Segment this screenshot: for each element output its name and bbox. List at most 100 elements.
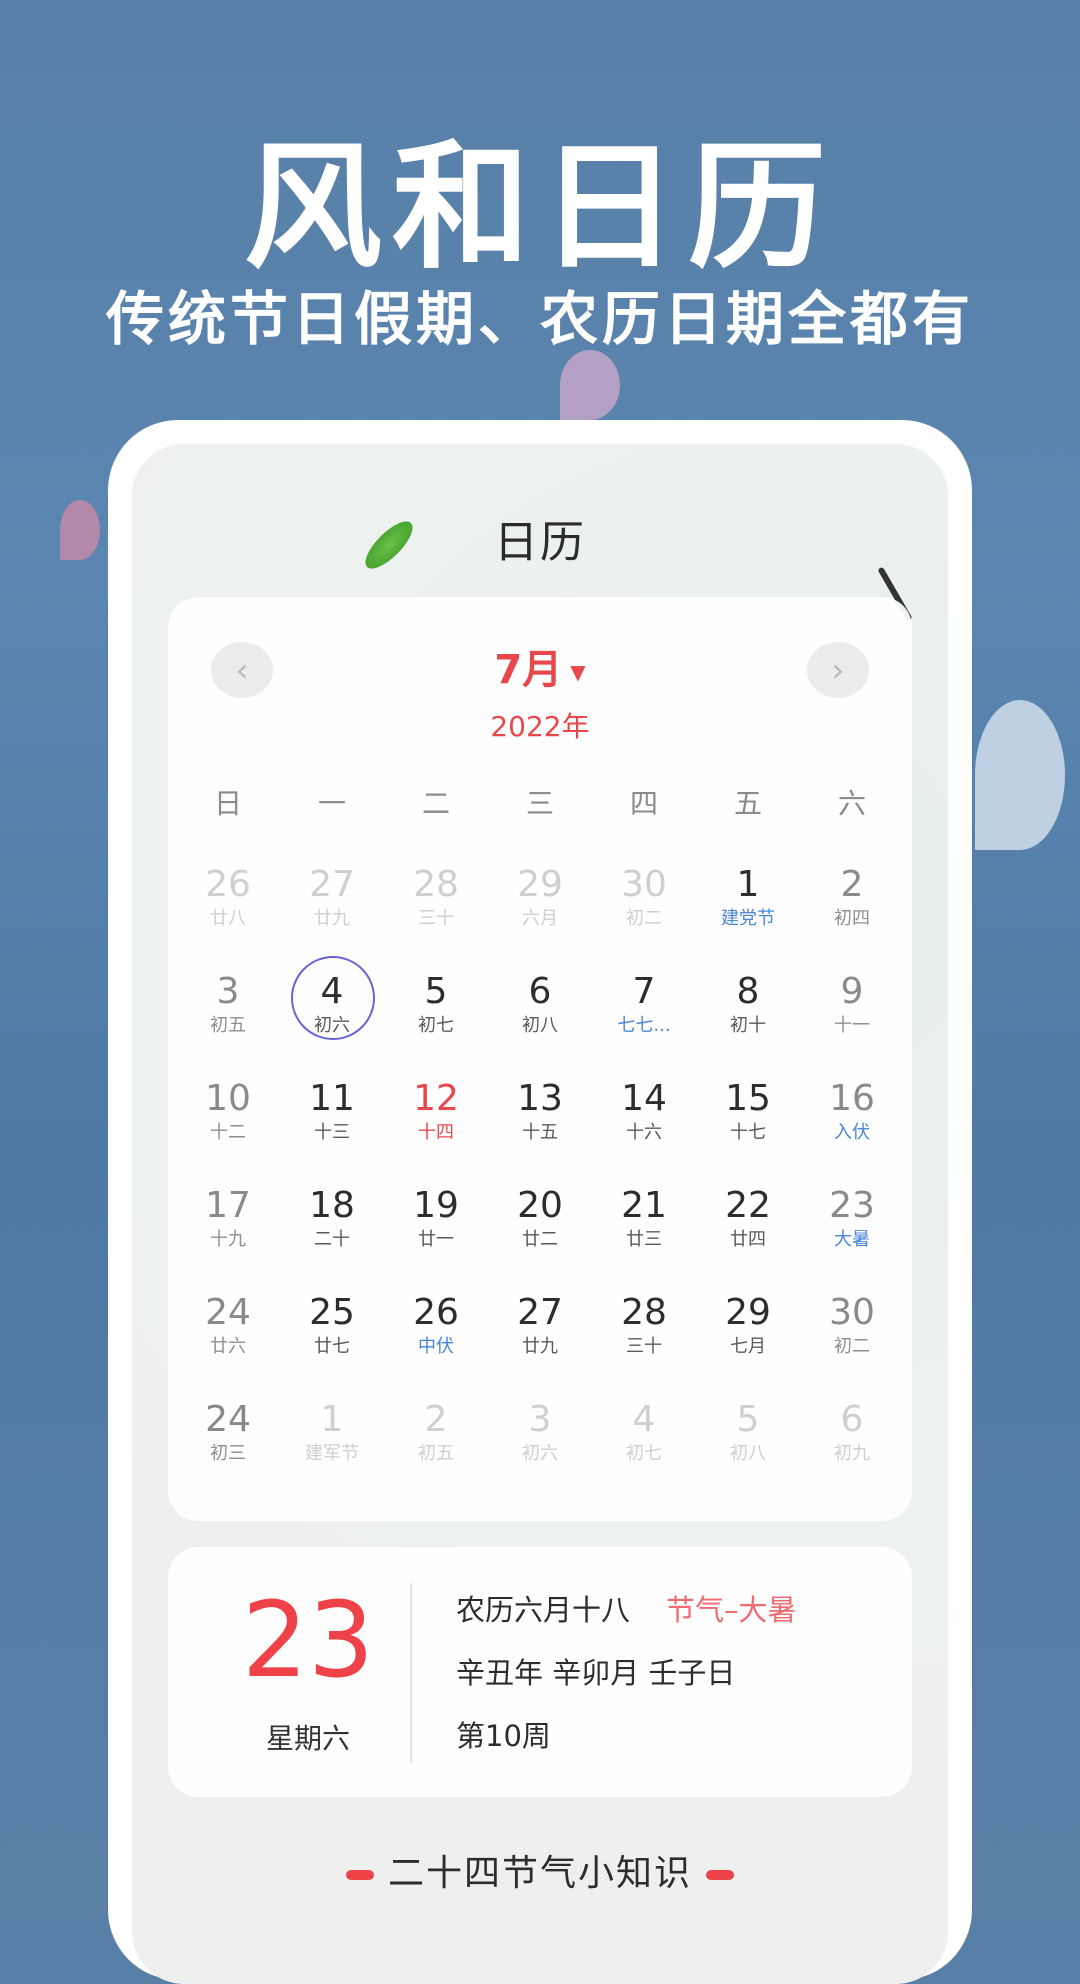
day-cell[interactable]: 29 七月 [696,1293,800,1400]
day-cell[interactable]: 10 十二 [176,1079,280,1186]
lunar-label: 十六 [626,1122,662,1143]
lunar-label: 廿三 [626,1229,662,1250]
lunar-label: 初十 [730,1015,766,1036]
solar-terms-section-title: 二十四节气小知识 [132,1844,948,1896]
lunar-label: 十五 [522,1122,558,1143]
day-number: 24 [205,1292,251,1333]
day-cell[interactable]: 5 初八 [696,1400,800,1507]
day-cell[interactable]: 28 三十 [384,865,488,972]
day-cell[interactable]: 17 十九 [176,1186,280,1293]
next-month-button[interactable]: › [807,642,869,698]
day-number: 27 [517,1292,563,1333]
day-number: 14 [621,1078,667,1119]
day-cell[interactable]: 22 廿四 [696,1186,800,1293]
lunar-label: 三十 [626,1336,662,1357]
day-cell[interactable]: 12 十四 [384,1079,488,1186]
lunar-label: 二十 [314,1229,350,1250]
lunar-label: 建党节 [721,908,775,929]
day-cell[interactable]: 14 十六 [592,1079,696,1186]
day-cell[interactable]: 24 廿六 [176,1293,280,1400]
week-number: 第10周 [456,1719,551,1753]
day-number: 29 [725,1292,771,1333]
day-number: 29 [517,864,563,905]
dash-decoration [345,1870,374,1880]
day-cell[interactable]: 4 初七 [592,1400,696,1507]
calendar-grid: 26 廿八 27 廿九 28 三十 29 六月 30 初二 1 建党节 2 初四 3 初五 4 初六 5 初七 6 初八 7… [176,865,904,1507]
day-number: 1 [736,864,760,905]
day-cell[interactable]: 24 初三 [176,1400,280,1507]
day-number: 13 [517,1078,563,1119]
month-label: 7月 [494,647,563,693]
day-cell[interactable]: 1 建军节 [280,1400,384,1507]
ganzhi-line: 辛丑年 辛卯月 壬子日 [456,1656,736,1690]
day-number: 2 [424,1399,448,1440]
day-number: 25 [309,1292,355,1333]
day-number: 10 [205,1078,251,1119]
day-cell[interactable]: 20 廿二 [488,1186,592,1293]
phone-frame: 日历 ‹ 7月 ▼ › 2022年 日 一 二 三 四 五 六 26 廿八 27 廿九 2… [108,420,972,1984]
lunar-label: 初五 [210,1015,246,1036]
day-cell[interactable]: 26 廿八 [176,865,280,972]
day-number: 27 [309,864,355,905]
day-number: 3 [528,1399,552,1440]
hero-subtitle: 传统节日假期、农历日期全都有 [105,285,974,353]
day-cell[interactable]: 3 初六 [488,1400,592,1507]
lunar-label: 十一 [834,1015,870,1036]
day-cell[interactable]: 28 三十 [592,1293,696,1400]
weekday-sun: 日 [213,787,242,820]
day-number: 8 [736,971,760,1012]
selected-weekday: 星期六 [265,1722,350,1755]
day-number: 12 [413,1078,459,1119]
day-cell[interactable]: 26 中伏 [384,1293,488,1400]
day-cell[interactable]: 25 廿七 [280,1293,384,1400]
day-cell[interactable]: 16 入伏 [800,1079,904,1186]
lunar-label: 廿六 [210,1336,246,1357]
lunar-label: 廿九 [522,1336,558,1357]
day-detail-card: 23 星期六 农历六月十八 节气–大暑 辛丑年 辛卯月 壬子日 第10周 [168,1547,912,1797]
day-cell[interactable]: 15 十七 [696,1079,800,1186]
day-cell[interactable]: 9 十一 [800,972,904,1079]
lunar-label: 十七 [730,1122,766,1143]
day-cell[interactable]: 1 建党节 [696,865,800,972]
day-cell[interactable]: 30 初二 [800,1293,904,1400]
lunar-label: 初二 [834,1336,870,1357]
day-cell[interactable]: 29 六月 [488,865,592,972]
day-number: 5 [736,1399,760,1440]
day-cell[interactable]: 18 二十 [280,1186,384,1293]
petal-decoration [975,700,1065,850]
day-number: 17 [205,1185,251,1226]
day-cell-selected[interactable]: 4 初六 [280,956,384,1079]
day-number: 19 [413,1185,459,1226]
day-cell[interactable]: 27 廿九 [488,1293,592,1400]
day-cell[interactable]: 23 大暑 [800,1186,904,1293]
day-cell[interactable]: 6 初八 [488,972,592,1079]
day-cell[interactable]: 3 初五 [176,972,280,1079]
day-cell[interactable]: 8 初十 [696,972,800,1079]
day-cell[interactable]: 21 廿三 [592,1186,696,1293]
month-selector[interactable]: 7月 ▼ [168,637,912,695]
lunar-label: 廿九 [314,908,350,929]
day-number: 21 [621,1185,667,1226]
weekday-header: 日 一 二 三 四 五 六 [176,782,904,822]
day-cell[interactable]: 5 初七 [384,972,488,1079]
lunar-label: 七月 [730,1336,766,1357]
lunar-label: 初二 [626,908,662,929]
day-number: 30 [621,864,667,905]
day-cell[interactable]: 11 十三 [280,1079,384,1186]
day-cell[interactable]: 19 廿一 [384,1186,488,1293]
day-cell[interactable]: 2 初五 [384,1400,488,1507]
weekday-wed: 三 [525,787,554,820]
day-cell[interactable]: 13 十五 [488,1079,592,1186]
lunar-date-line: 农历六月十八 节气–大暑 [456,1587,797,1629]
lunar-label: 初六 [522,1443,558,1464]
day-cell[interactable]: 2 初四 [800,865,904,972]
day-cell[interactable]: 7 七七... [592,972,696,1079]
day-number: 28 [413,864,459,905]
selected-day-number: 23 [241,1579,375,1701]
day-number: 26 [205,864,251,905]
day-number: 5 [424,971,448,1012]
lunar-label: 廿七 [314,1336,350,1357]
day-cell[interactable]: 30 初二 [592,865,696,972]
day-cell[interactable]: 6 初九 [800,1400,904,1507]
weekday-thu: 四 [629,787,658,820]
